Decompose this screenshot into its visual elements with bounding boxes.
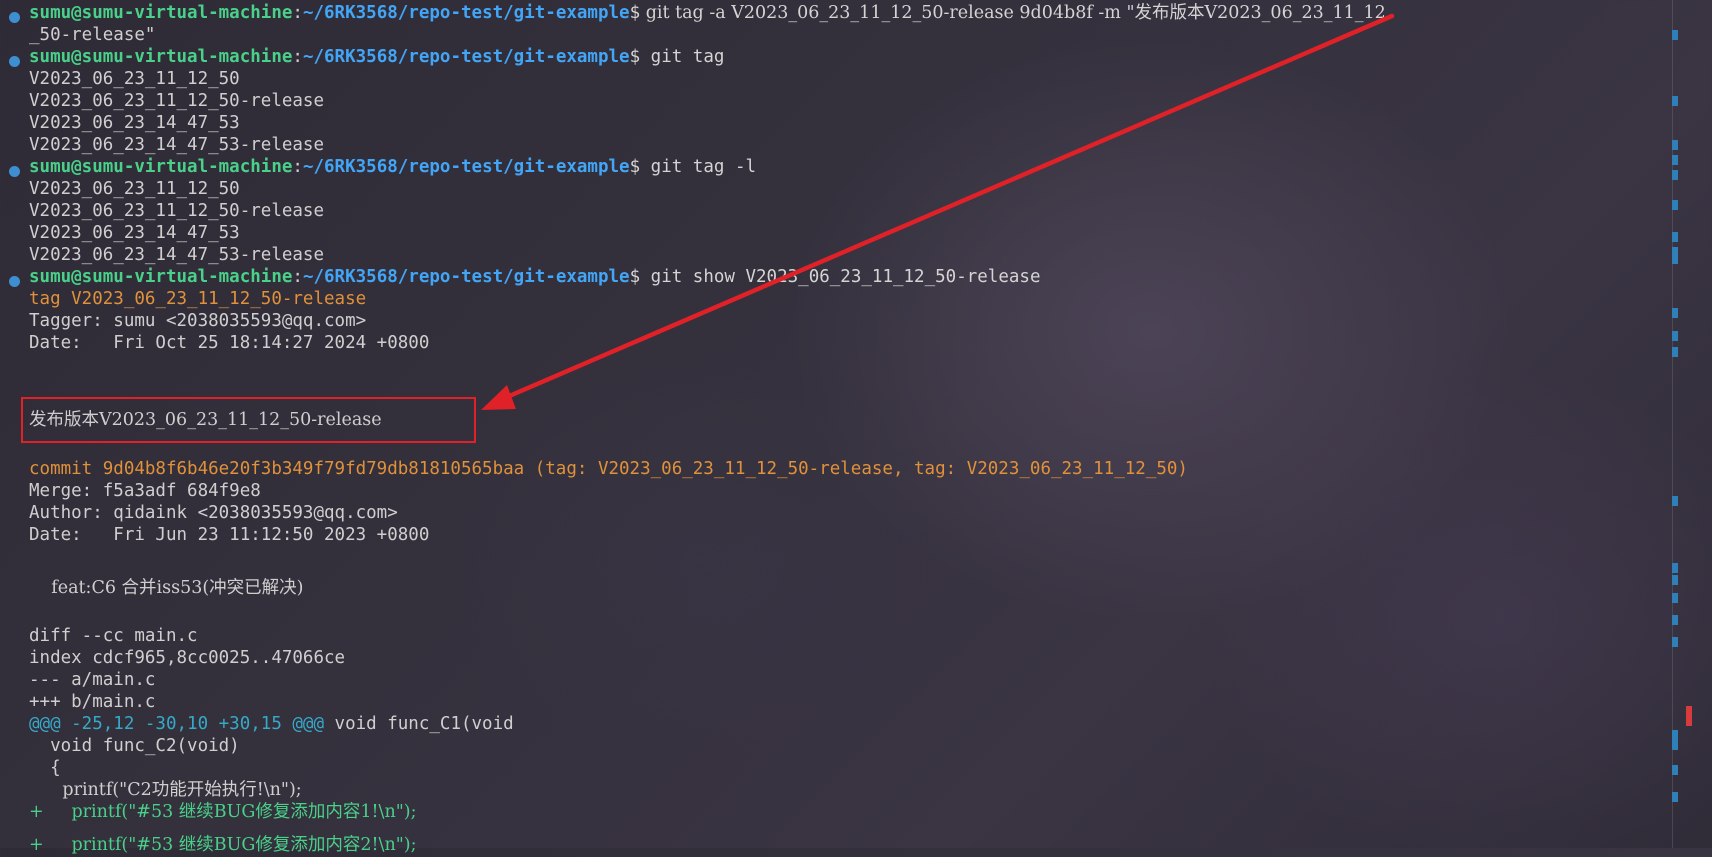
scroll-marker xyxy=(1672,593,1678,603)
scroll-marker xyxy=(1672,730,1678,740)
scroll-marker xyxy=(1672,140,1678,150)
scroll-marker xyxy=(1672,30,1678,40)
scroll-marker xyxy=(1672,155,1678,165)
scroll-marker xyxy=(1672,563,1678,573)
scroll-marker xyxy=(1672,575,1678,585)
annotation-arrow xyxy=(481,13,1395,410)
scroll-marker xyxy=(1672,496,1678,506)
scroll-marker xyxy=(1672,96,1678,106)
scroll-marker xyxy=(1672,170,1678,180)
scroll-marker xyxy=(1672,331,1678,341)
scroll-marker xyxy=(1672,347,1678,357)
scroll-marker-error xyxy=(1686,716,1692,726)
scroll-marker xyxy=(1672,308,1678,318)
scroll-marker xyxy=(1672,637,1678,647)
scroll-marker xyxy=(1672,254,1678,264)
scrollbar[interactable] xyxy=(1668,0,1698,848)
scroll-marker xyxy=(1672,232,1678,242)
scroll-marker xyxy=(1672,200,1678,210)
scroll-marker xyxy=(1672,740,1678,750)
scroll-marker xyxy=(1672,765,1678,775)
scroll-marker xyxy=(1672,615,1678,625)
scroll-marker xyxy=(1672,792,1678,802)
scroll-marker-error xyxy=(1686,706,1692,716)
